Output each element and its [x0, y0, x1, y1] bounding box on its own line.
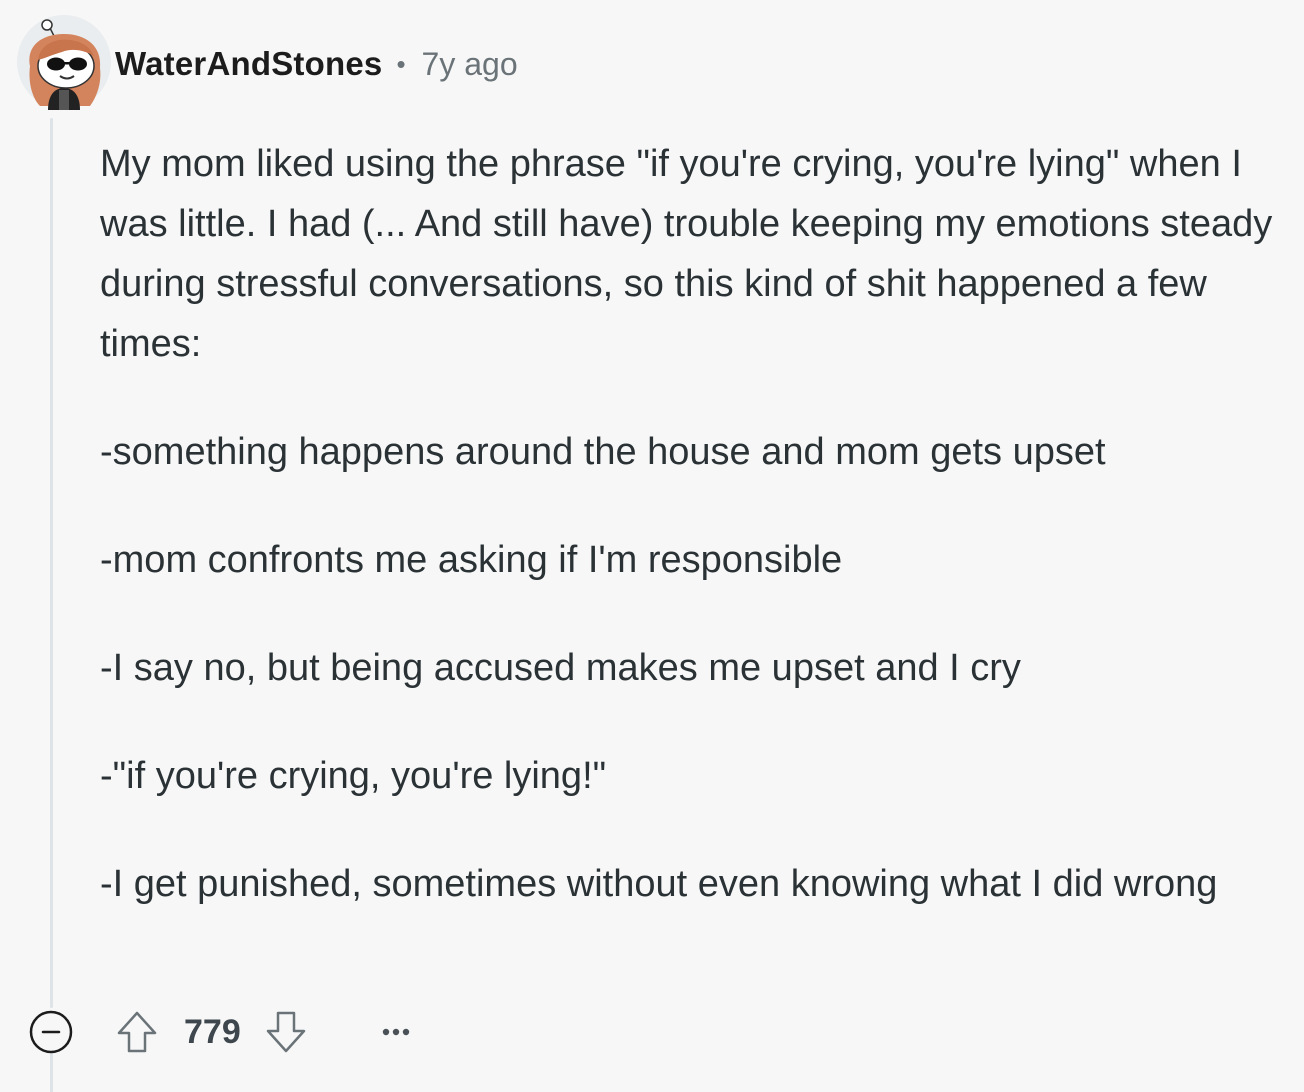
comment-body: My mom liked using the phrase "if you're… — [100, 134, 1280, 962]
comment-paragraph: -something happens around the house and … — [100, 431, 1106, 473]
comment-paragraph: -mom confronts me asking if I'm responsi… — [100, 539, 843, 581]
comment-paragraph: -I say no, but being accused makes me up… — [100, 647, 1021, 689]
downvote-arrow-icon — [266, 1011, 305, 1053]
downvote-button[interactable] — [261, 1007, 311, 1057]
comment-header: WaterAndStones • 7y ago — [115, 42, 518, 86]
collapse-button[interactable] — [26, 1007, 76, 1057]
more-options-button[interactable] — [371, 1007, 421, 1057]
ellipsis-icon — [382, 1028, 409, 1036]
author-username[interactable]: WaterAndStones — [115, 45, 382, 83]
comment-actions: 779 — [26, 1004, 421, 1060]
upvote-arrow-icon — [117, 1011, 157, 1053]
comment: WaterAndStones • 7y ago My mom liked usi… — [0, 0, 1304, 1092]
meta-separator: • — [396, 48, 406, 79]
comment-timestamp[interactable]: 7y ago — [422, 46, 518, 83]
snoo-avatar-icon — [17, 15, 111, 110]
collapse-minus-icon — [29, 1010, 73, 1054]
thread-line[interactable] — [50, 118, 53, 1008]
upvote-button[interactable] — [112, 1007, 162, 1057]
avatar[interactable] — [16, 14, 112, 110]
comment-paragraph: My mom liked using the phrase "if you're… — [100, 143, 1273, 365]
comment-paragraph: -"if you're crying, you're lying!" — [100, 755, 607, 797]
comment-paragraph: -I get punished, sometimes without even … — [100, 863, 1218, 905]
vote-score: 779 — [184, 1012, 241, 1051]
